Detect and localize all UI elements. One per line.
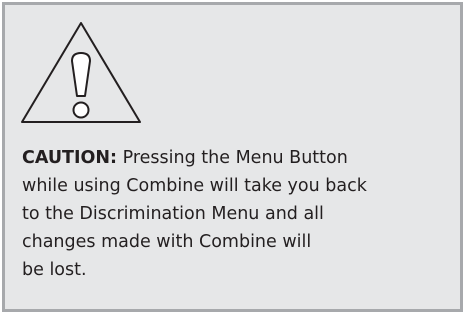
caution-message: CAUTION: Pressing the Menu Button while u…	[22, 144, 452, 284]
caution-label: CAUTION:	[22, 148, 118, 168]
caution-line-5: be lost.	[22, 260, 87, 280]
caution-line-1: Pressing the Menu Button	[122, 148, 348, 168]
caution-line-3: to the Discrimination Menu and all	[22, 204, 324, 224]
caution-box: CAUTION: Pressing the Menu Button while u…	[2, 2, 463, 312]
caution-line-2: while using Combine will take you back	[22, 176, 367, 196]
caution-line-4: changes made with Combine will	[22, 232, 312, 252]
warning-triangle-icon	[21, 22, 141, 123]
